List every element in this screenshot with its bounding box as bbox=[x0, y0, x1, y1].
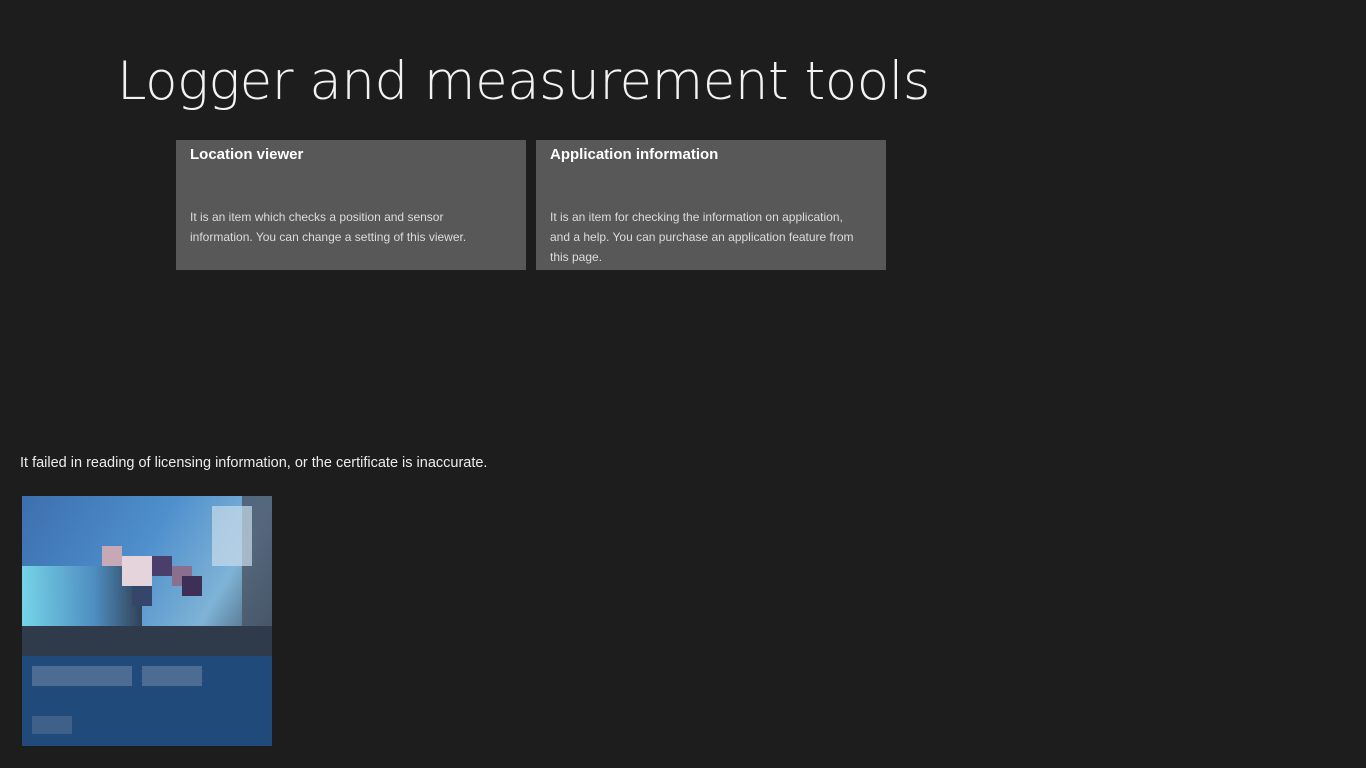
license-error-message: It failed in reading of licensing inform… bbox=[20, 455, 488, 471]
tile-title: Location viewer bbox=[190, 146, 304, 163]
promo-ad-image[interactable] bbox=[12, 486, 272, 746]
application-information-tile[interactable]: Application information It is an item fo… bbox=[536, 140, 886, 270]
tile-description: It is an item which checks a position an… bbox=[190, 210, 467, 244]
tile-title: Application information bbox=[550, 146, 719, 163]
location-viewer-tile[interactable]: Location viewer It is an item which chec… bbox=[176, 140, 526, 270]
page-title: Logger and measurement tools bbox=[117, 51, 931, 112]
pixelated-ad-icon bbox=[12, 486, 272, 746]
tile-description: It is an item for checking the informati… bbox=[550, 210, 854, 264]
